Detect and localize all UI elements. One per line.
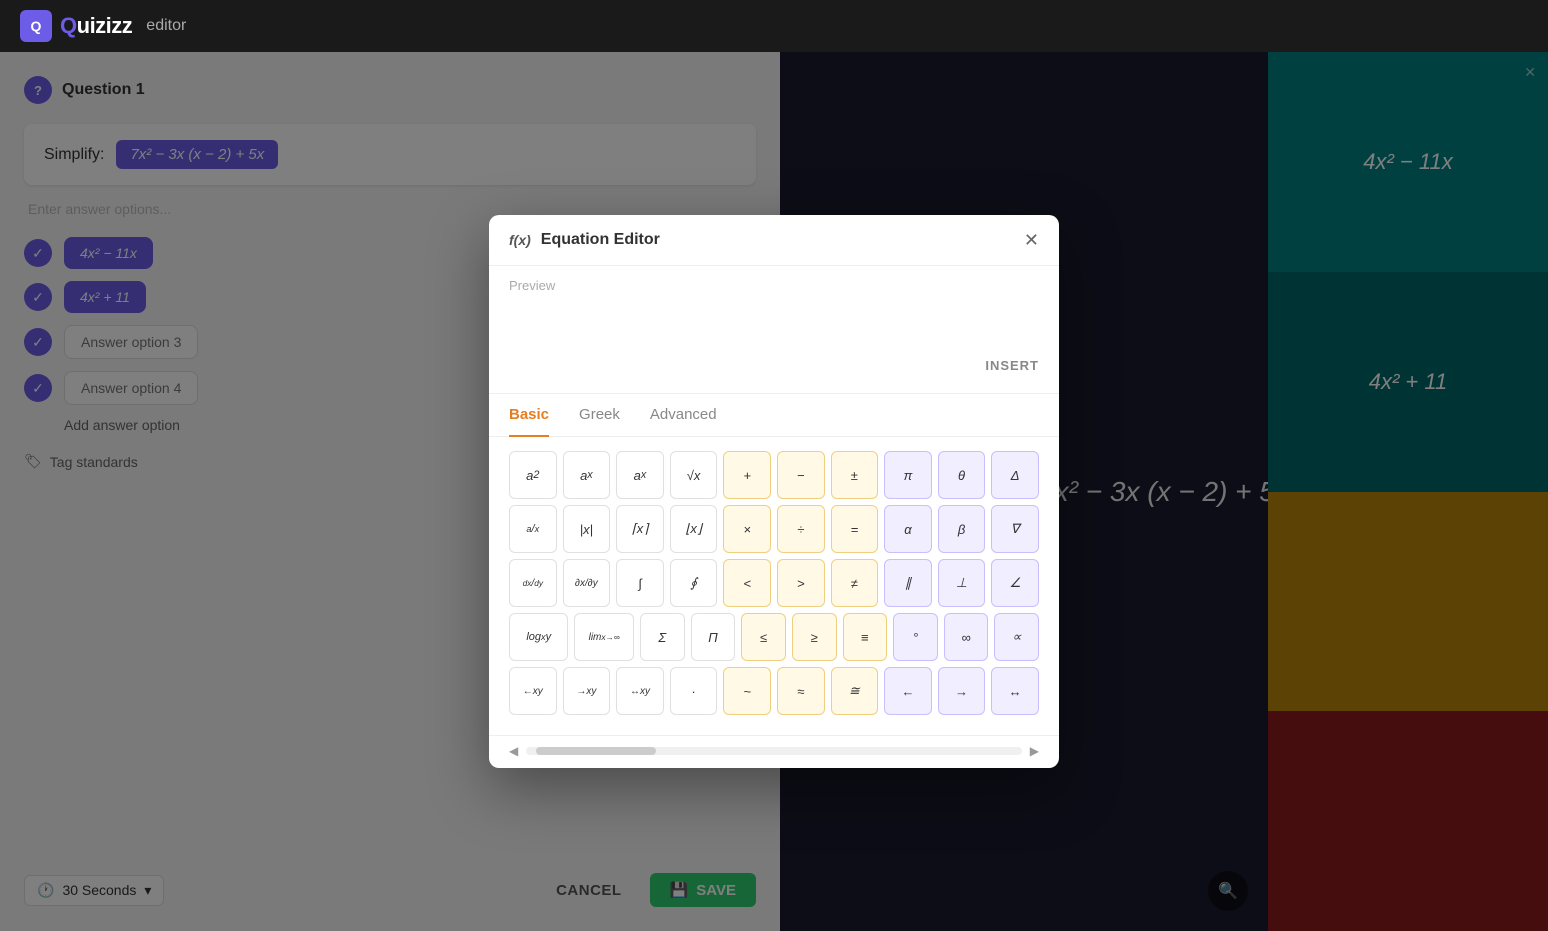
sym-equals[interactable]: = [831,505,879,553]
tab-advanced[interactable]: Advanced [650,394,717,437]
tab-basic[interactable]: Basic [509,394,549,437]
sym-div[interactable]: ÷ [777,505,825,553]
sym-plusminus[interactable]: ± [831,451,879,499]
sym-left-arrow-xy[interactable]: ←xy [509,667,557,715]
main-area: ? Question 1 Simplify: 7x² − 3x (x − 2) … [0,52,1548,931]
logo-icon: Q [20,10,52,42]
fx-icon: f(x) [509,232,531,248]
eq-symbols: a2 ax ax √x + − ± π θ Δ a/x |x| ⌈x⌉ ⌊x⌋ [489,437,1059,735]
sym-beta[interactable]: β [938,505,986,553]
sym-a-x-subscript[interactable]: ax [616,451,664,499]
sym-log[interactable]: logxy [509,613,568,661]
tab-greek[interactable]: Greek [579,394,620,437]
sym-right-arrow-xy[interactable]: →xy [563,667,611,715]
sym-times[interactable]: × [723,505,771,553]
sym-pi[interactable]: π [884,451,932,499]
sym-floor[interactable]: ⌊x⌋ [670,505,718,553]
sym-lr-arrow[interactable]: ↔ [991,667,1039,715]
scroll-left-arrow[interactable]: ◀ [509,744,518,758]
eq-modal-header: f(x) Equation Editor ✕ [489,215,1059,266]
symbol-row-3: dx/dy ∂x/∂y ∫ ∮ < > ≠ ∥ ⊥ ∠ [509,559,1039,607]
symbol-row-2: a/x |x| ⌈x⌉ ⌊x⌋ × ÷ = α β ∇ [509,505,1039,553]
scroll-right-arrow[interactable]: ▶ [1030,744,1039,758]
sym-a-x-superscript[interactable]: ax [563,451,611,499]
sym-perpendicular[interactable]: ⊥ [938,559,986,607]
eq-insert-button[interactable]: INSERT [985,358,1039,373]
logo: Q Quizizz editor [20,10,186,42]
eq-scrollbar-track[interactable] [526,747,1022,755]
sym-integral[interactable]: ∫ [616,559,664,607]
sym-degree[interactable]: ° [893,613,938,661]
sym-fraction[interactable]: a/x [509,505,557,553]
symbol-row-4: logxy limx→∞ Σ Π ≤ ≥ ≡ ° ∞ ∝ [509,613,1039,661]
sym-equiv[interactable]: ≡ [843,613,888,661]
eq-scrollbar: ◀ ▶ [489,735,1059,768]
sym-plus[interactable]: + [723,451,771,499]
sym-right-arrow[interactable]: → [938,667,986,715]
sym-delta[interactable]: Δ [991,451,1039,499]
sym-sqrt[interactable]: √x [670,451,718,499]
eq-scroll-area: ◀ ▶ [509,744,1039,758]
sym-approx[interactable]: ≈ [777,667,825,715]
sym-angle[interactable]: ∠ [991,559,1039,607]
sym-theta[interactable]: θ [938,451,986,499]
symbol-row-1: a2 ax ax √x + − ± π θ Δ [509,451,1039,499]
sym-sum[interactable]: Σ [640,613,685,661]
eq-preview-area: Preview INSERT [489,266,1059,394]
symbol-row-5: ←xy →xy ↔xy · ~ ≈ ≅ ← → ↔ [509,667,1039,715]
sym-alpha[interactable]: α [884,505,932,553]
modal-overlay: f(x) Equation Editor ✕ Preview INSERT Ba… [0,52,1548,931]
sym-a-squared[interactable]: a2 [509,451,557,499]
sym-abs[interactable]: |x| [563,505,611,553]
eq-modal-close-button[interactable]: ✕ [1024,231,1039,249]
sym-proportional[interactable]: ∝ [994,613,1039,661]
sym-leq[interactable]: ≤ [741,613,786,661]
sym-left-arrow[interactable]: ← [884,667,932,715]
editor-label: editor [146,17,186,35]
sym-derivative[interactable]: dx/dy [509,559,557,607]
sym-dot[interactable]: · [670,667,718,715]
sym-nabla[interactable]: ∇ [991,505,1039,553]
sym-not-equals[interactable]: ≠ [831,559,879,607]
sym-cong[interactable]: ≅ [831,667,879,715]
eq-modal-title-area: f(x) Equation Editor [509,231,660,249]
sym-greater-than[interactable]: > [777,559,825,607]
eq-preview-box[interactable]: INSERT [509,301,1039,381]
sym-contour-integral[interactable]: ∮ [670,559,718,607]
sym-both-arrow-xy[interactable]: ↔xy [616,667,664,715]
sym-minus[interactable]: − [777,451,825,499]
topbar: Q Quizizz editor [0,0,1548,52]
sym-partial[interactable]: ∂x/∂y [563,559,611,607]
sym-geq[interactable]: ≥ [792,613,837,661]
logo-text: Quizizz [60,13,132,39]
eq-modal-title: Equation Editor [541,231,660,249]
eq-preview-label: Preview [509,278,1039,293]
sym-less-than[interactable]: < [723,559,771,607]
sym-parallel[interactable]: ∥ [884,559,932,607]
sym-ceil[interactable]: ⌈x⌉ [616,505,664,553]
sym-lim[interactable]: limx→∞ [574,613,633,661]
sym-tilde[interactable]: ~ [723,667,771,715]
eq-scrollbar-thumb [536,747,656,755]
eq-tabs: Basic Greek Advanced [489,394,1059,437]
equation-editor-modal: f(x) Equation Editor ✕ Preview INSERT Ba… [489,215,1059,768]
sym-infinity[interactable]: ∞ [944,613,989,661]
sym-product[interactable]: Π [691,613,736,661]
